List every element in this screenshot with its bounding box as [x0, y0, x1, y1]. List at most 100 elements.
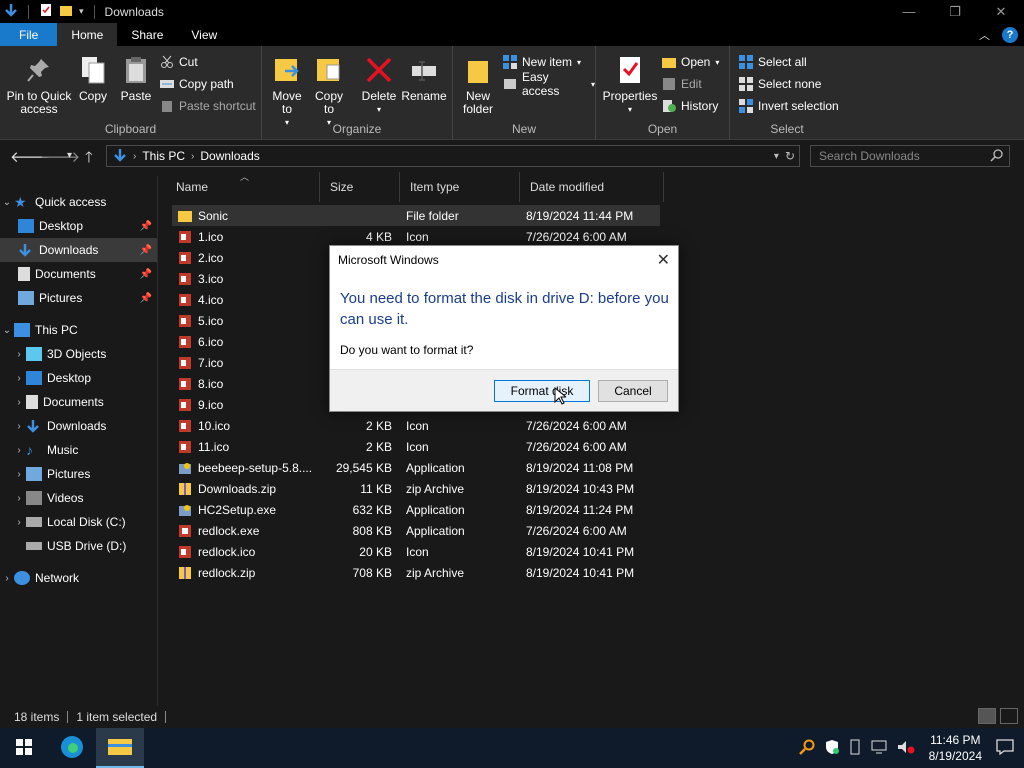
copy-button[interactable]: Copy [74, 54, 112, 103]
customize-quick-access-icon[interactable]: ▾ [79, 6, 84, 17]
nav-quick-access[interactable]: ⌄ ★ Quick access [0, 190, 157, 214]
table-row[interactable]: redlock.zip 708 KB zip Archive 8/19/2024 10… [172, 562, 660, 583]
nav-pc-videos[interactable]: › Videos [0, 486, 157, 510]
expand-chevron-icon[interactable]: ⌄ [0, 325, 14, 336]
format-disk-button[interactable]: Format disk [494, 380, 590, 402]
edit-button[interactable]: Edit [662, 75, 702, 93]
new-item-button[interactable]: New item ▾ [503, 53, 581, 71]
table-row[interactable]: 1.ico 4 KB Icon 7/26/2024 6:00 AM [172, 226, 660, 247]
collapse-chevron-icon[interactable]: › [12, 445, 26, 456]
table-row[interactable]: Downloads.zip 11 KB zip Archive 8/19/2024 1… [172, 478, 660, 499]
nav-quick-downloads[interactable]: Downloads 📌 [0, 238, 157, 262]
delete-button[interactable]: Delete ▾ [360, 54, 398, 116]
collapse-chevron-icon[interactable]: › [12, 469, 26, 480]
taskbar-edge-button[interactable] [48, 728, 96, 768]
collapse-chevron-icon[interactable]: › [12, 373, 26, 384]
search-box[interactable] [810, 145, 1010, 167]
nav-pc-local-disk[interactable]: › Local Disk (C:) [0, 510, 157, 534]
table-row[interactable]: 11.ico 2 KB Icon 7/26/2024 6:00 AM [172, 436, 660, 457]
breadcrumb-chevron-icon[interactable]: › [191, 151, 194, 162]
column-header-size[interactable]: Size [320, 172, 400, 202]
down-arrow-icon[interactable] [4, 3, 18, 20]
network-tray-icon[interactable] [871, 740, 887, 757]
select-none-button[interactable]: Select none [739, 75, 821, 93]
dialog-close-icon[interactable]: ✕ [657, 250, 670, 270]
nav-this-pc[interactable]: ⌄ This PC [0, 318, 157, 342]
tab-view[interactable]: View [177, 23, 231, 46]
collapse-ribbon-icon[interactable]: ︿ [979, 27, 990, 43]
security-shield-icon[interactable] [825, 739, 839, 758]
nav-pc-3d-objects[interactable]: › 3D Objects [0, 342, 157, 366]
nav-pc-desktop[interactable]: › Desktop [0, 366, 157, 390]
close-button[interactable]: ✕ [978, 0, 1024, 23]
table-row[interactable]: redlock.ico 20 KB Icon 8/19/2024 10:41 PM [172, 541, 660, 562]
collapse-chevron-icon[interactable]: › [0, 573, 14, 584]
cut-button[interactable]: Cut [160, 53, 198, 71]
taskbar-file-explorer-button[interactable] [96, 728, 144, 768]
refresh-icon[interactable]: ↻ [785, 149, 795, 163]
copy-to-button[interactable]: Copy to ▾ [310, 54, 348, 129]
search-tray-icon[interactable] [798, 739, 815, 758]
details-view-icon[interactable] [978, 708, 996, 724]
nav-pc-music[interactable]: › ♪ Music [0, 438, 157, 462]
search-input[interactable] [819, 149, 979, 163]
collapse-chevron-icon[interactable]: › [12, 397, 26, 408]
history-button[interactable]: History [662, 97, 718, 115]
address-history-chevron-icon[interactable]: ▾ [774, 151, 779, 162]
nav-quick-pictures[interactable]: Pictures 📌 [0, 286, 157, 310]
forward-arrow-icon[interactable]: 🡒 [40, 147, 80, 166]
paste-button[interactable]: Paste [117, 54, 155, 103]
pin-icon[interactable]: 📌 [140, 293, 152, 304]
tab-file[interactable]: File [0, 23, 58, 46]
search-icon[interactable] [990, 149, 1003, 165]
help-icon[interactable]: ? [1002, 26, 1018, 43]
nav-pc-usb-drive[interactable]: USB Drive (D:) [0, 534, 157, 558]
paste-shortcut-button[interactable]: Paste shortcut [160, 97, 256, 115]
minimize-button[interactable]: — [886, 0, 932, 23]
notifications-icon[interactable] [996, 738, 1014, 758]
nav-pc-pictures[interactable]: › Pictures [0, 462, 157, 486]
invert-selection-button[interactable]: Invert selection [739, 97, 839, 115]
recent-locations-chevron-icon[interactable]: ▾ [67, 150, 72, 161]
cancel-button[interactable]: Cancel [598, 380, 668, 402]
clock[interactable]: 11:46 PM 8/19/2024 [929, 732, 982, 764]
collapse-chevron-icon[interactable]: › [12, 349, 26, 360]
open-button[interactable]: Open ▾ [662, 53, 719, 71]
large-icons-view-icon[interactable] [1000, 708, 1018, 724]
volume-muted-icon[interactable] [897, 740, 915, 757]
pin-icon[interactable]: 📌 [140, 245, 152, 256]
table-row[interactable]: HC2Setup.exe 632 KB Application 8/19/2024 1… [172, 499, 660, 520]
column-header-date[interactable]: Date modified [520, 172, 664, 202]
collapse-chevron-icon[interactable]: › [12, 421, 26, 432]
pin-to-quick-access-button[interactable]: Pin to Quick access [6, 54, 72, 116]
rename-button[interactable]: Rename [401, 54, 447, 103]
nav-quick-desktop[interactable]: Desktop 📌 [0, 214, 157, 238]
nav-pc-documents[interactable]: › Documents [0, 390, 157, 414]
copy-path-button[interactable]: Copy path [160, 75, 234, 93]
usb-eject-icon[interactable] [849, 739, 861, 758]
tab-home[interactable]: Home [57, 23, 118, 46]
collapse-chevron-icon[interactable]: › [12, 493, 26, 504]
expand-chevron-icon[interactable]: ⌄ [0, 197, 14, 208]
nav-quick-documents[interactable]: Documents 📌 [0, 262, 157, 286]
tab-share[interactable]: Share [117, 23, 177, 46]
easy-access-button[interactable]: Easy access ▾ [503, 70, 595, 98]
table-row[interactable]: beebeep-setup-5.8.... 29,545 KB Applicatio… [172, 457, 660, 478]
pin-icon[interactable]: 📌 [140, 221, 152, 232]
select-all-button[interactable]: Select all [739, 53, 807, 71]
breadcrumb-this-pc[interactable]: This PC [142, 149, 185, 163]
column-header-name[interactable]: Name ︿ [166, 172, 320, 202]
properties-quick-icon[interactable] [39, 3, 53, 20]
table-row[interactable]: Sonic File folder 8/19/2024 11:44 PM [172, 205, 660, 226]
table-row[interactable]: 10.ico 2 KB Icon 7/26/2024 6:00 AM [172, 415, 660, 436]
maximize-button[interactable]: ❐ [932, 0, 978, 23]
nav-network[interactable]: › Network [0, 566, 157, 590]
start-button[interactable] [0, 728, 48, 768]
breadcrumb-chevron-icon[interactable]: › [133, 151, 136, 162]
move-to-button[interactable]: Move to ▾ [268, 54, 306, 129]
address-bar[interactable]: › This PC › Downloads ▾ ↻ [106, 145, 800, 167]
pin-icon[interactable]: 📌 [140, 269, 152, 280]
nav-pc-downloads[interactable]: › Downloads [0, 414, 157, 438]
breadcrumb-downloads[interactable]: Downloads [200, 149, 259, 163]
collapse-chevron-icon[interactable]: › [12, 517, 26, 528]
